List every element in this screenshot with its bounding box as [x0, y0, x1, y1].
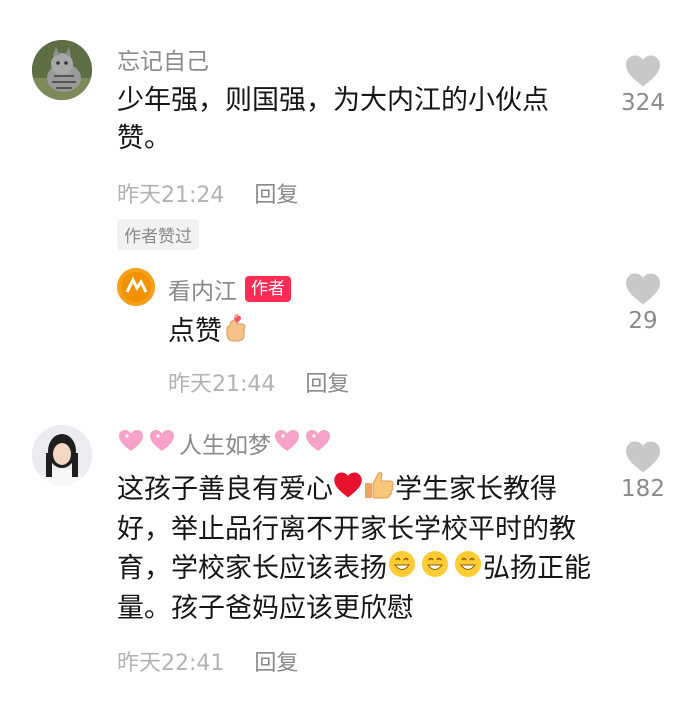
heart-icon — [626, 273, 660, 305]
avatar[interactable] — [32, 425, 92, 485]
comment-username[interactable]: 忘记自己 — [117, 42, 209, 76]
comment-time: 昨天21:44 — [168, 372, 276, 397]
comment-meta: 昨天21:44 回复 — [168, 366, 349, 398]
comment-username[interactable]: 看内江 — [168, 272, 237, 306]
cat-avatar-icon — [32, 40, 92, 100]
like-count: 324 — [621, 90, 665, 116]
comment-text: 少年强，则国强，为大内江的小伙点赞。 — [117, 85, 549, 154]
comment-username-row: 看内江 作者 — [168, 272, 291, 306]
heart-icon — [626, 55, 660, 87]
heart-icon — [626, 441, 660, 473]
kanneijiang-logo-icon — [117, 268, 155, 306]
reply-button[interactable]: 回复 — [254, 651, 298, 676]
avatar[interactable] — [117, 268, 155, 306]
comment-text-part: 这孩子善良有爱心 — [117, 474, 333, 505]
comment-username[interactable]: 人生如梦 — [179, 426, 271, 460]
comment-meta: 昨天21:24 回复 — [117, 177, 298, 209]
like-button[interactable]: 29 — [608, 272, 678, 334]
red-heart-icon — [333, 471, 363, 510]
comment-text: 点赞 — [168, 312, 250, 353]
comment-text-part: 点赞 — [168, 316, 222, 347]
like-count: 182 — [621, 476, 665, 502]
comment-time: 昨天22:41 — [117, 651, 225, 676]
author-badge: 作者 — [245, 276, 291, 302]
thumbs-up-icon — [363, 470, 395, 511]
finger-heart-icon — [222, 312, 250, 353]
reply-button[interactable]: 回复 — [305, 372, 349, 397]
avatar[interactable] — [32, 40, 92, 100]
user-photo-icon — [32, 425, 92, 485]
sparkling-heart-icon — [117, 427, 177, 459]
grinning-face-icon — [387, 549, 483, 590]
reply-button[interactable]: 回复 — [254, 183, 298, 208]
sparkling-heart-icon — [273, 427, 333, 459]
like-count: 29 — [628, 308, 658, 334]
comment-meta: 昨天22:41 回复 — [117, 645, 298, 677]
like-button[interactable]: 182 — [608, 440, 678, 502]
comment-text: 这孩子善良有爱心 学生家长教得好，举止品行离不开家长学校平时的教育，学校家长应该表… — [117, 470, 597, 628]
like-button[interactable]: 324 — [608, 54, 678, 116]
comment-username-row: 人生如梦 — [117, 426, 333, 460]
author-liked-tag: 作者赞过 — [117, 219, 199, 250]
comment-time: 昨天21:24 — [117, 183, 225, 208]
